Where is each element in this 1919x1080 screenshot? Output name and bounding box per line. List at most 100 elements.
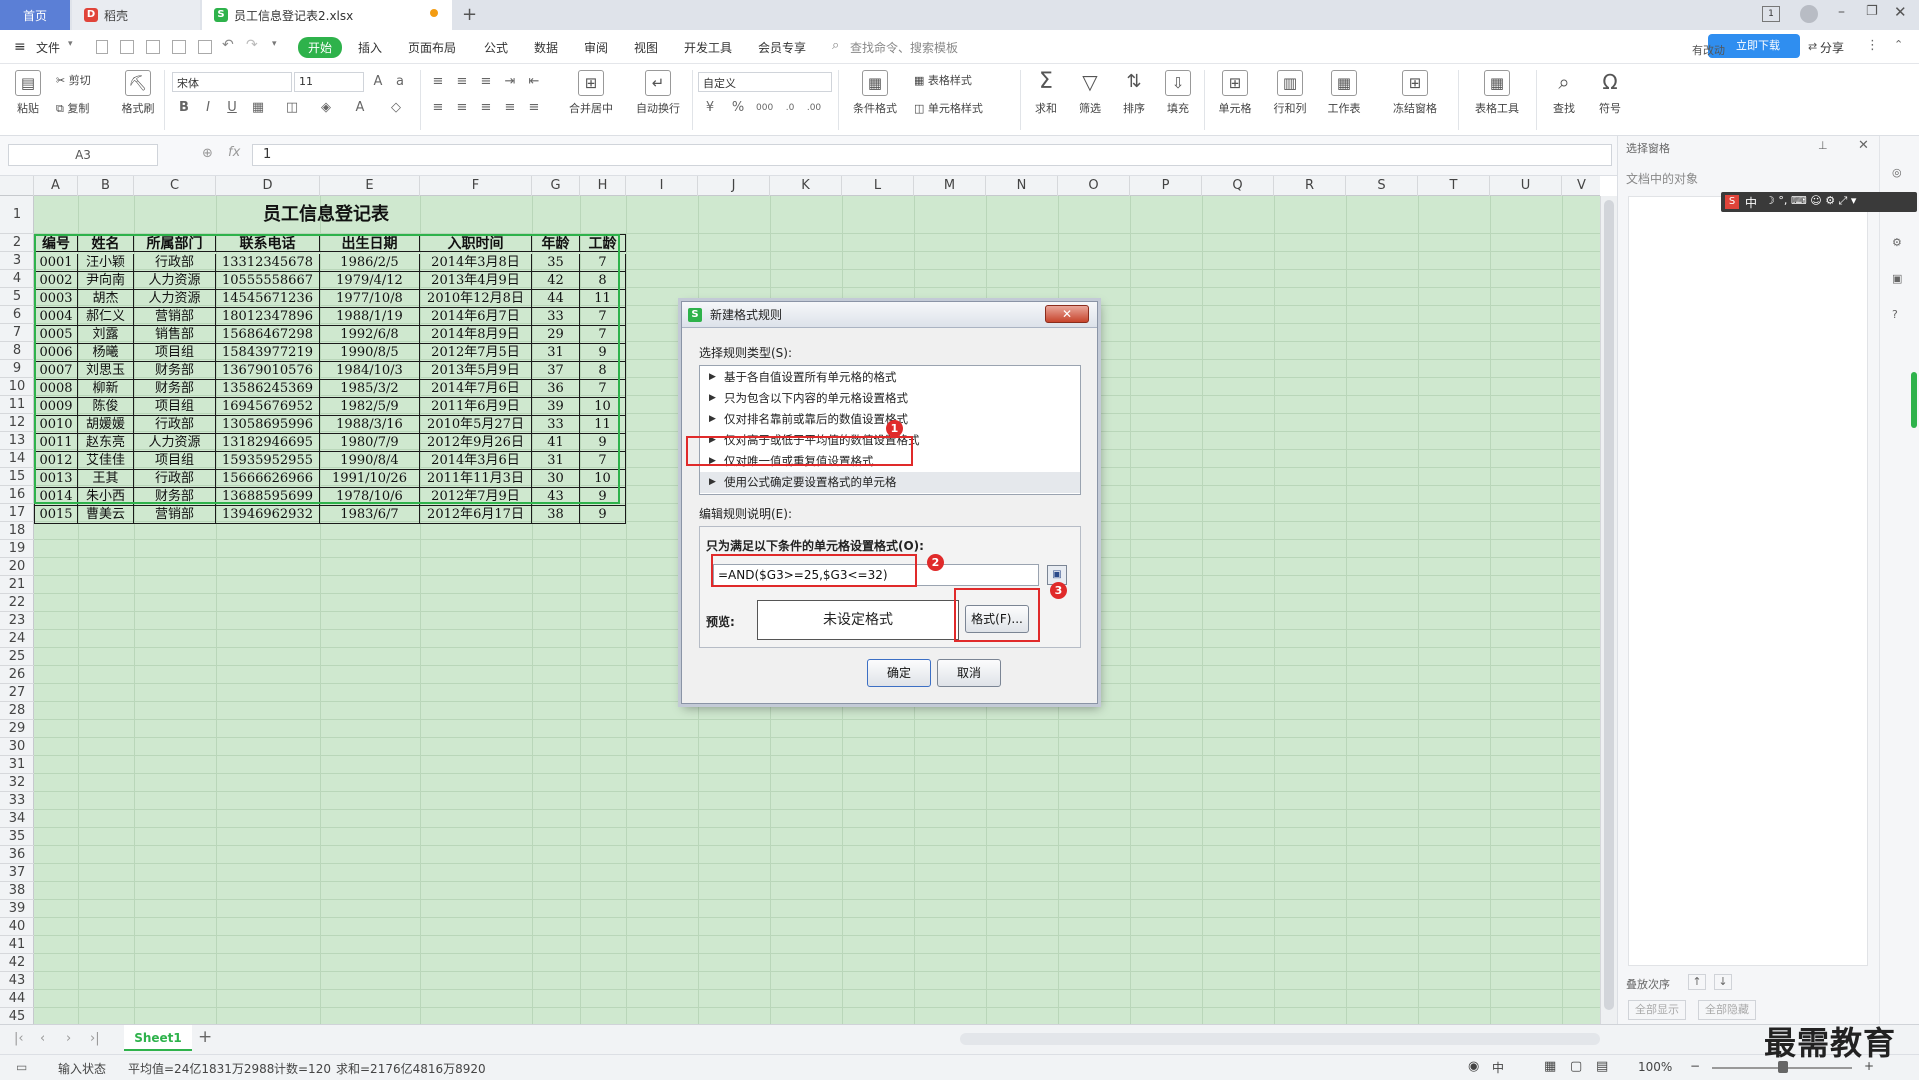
column-header-n[interactable]: N: [986, 176, 1058, 196]
row-header[interactable]: 27: [0, 684, 34, 702]
table-cell[interactable]: 1983/6/7: [320, 506, 420, 524]
row-header[interactable]: 4: [0, 270, 34, 288]
cell-button[interactable]: ⊞ 单元格: [1212, 70, 1258, 116]
column-header-e[interactable]: E: [320, 176, 420, 196]
row-header[interactable]: 40: [0, 918, 34, 936]
clear-icon[interactable]: ◇: [388, 100, 404, 116]
menu-formula[interactable]: 公式: [484, 39, 508, 56]
row-header[interactable]: 11: [0, 396, 34, 414]
tab-document[interactable]: S 员工信息登记表2.xlsx: [202, 0, 452, 30]
row-header[interactable]: 34: [0, 810, 34, 828]
table-style-button[interactable]: ▦ 表格样式: [914, 72, 1004, 88]
bold-icon[interactable]: B: [176, 100, 192, 116]
merge-center-button[interactable]: ⊞ 合并居中: [560, 70, 622, 116]
column-header-r[interactable]: R: [1274, 176, 1346, 196]
last-sheet-icon[interactable]: ›|: [90, 1031, 100, 1046]
distribute-icon[interactable]: ≡: [526, 100, 542, 116]
table-cell[interactable]: 38: [532, 506, 580, 524]
avatar[interactable]: [1800, 5, 1818, 23]
worksheet-button[interactable]: ▦ 工作表: [1320, 70, 1368, 116]
menu-data[interactable]: 数据: [534, 39, 558, 56]
add-sheet-button[interactable]: +: [198, 1027, 212, 1047]
column-header-p[interactable]: P: [1130, 176, 1202, 196]
help-icon[interactable]: ?: [1892, 308, 1898, 321]
row-header[interactable]: 35: [0, 828, 34, 846]
cut-button[interactable]: ✂ 剪切: [56, 72, 106, 88]
restore-icon[interactable]: ❐: [1866, 4, 1878, 19]
freeze-button[interactable]: ⊞ 冻结窗格: [1384, 70, 1446, 116]
eye-icon[interactable]: ◉: [1468, 1059, 1479, 1074]
decrease-font-icon[interactable]: a: [392, 74, 408, 90]
row-header[interactable]: 1: [0, 196, 34, 234]
align-top-icon[interactable]: ≡: [430, 74, 446, 90]
row-header[interactable]: 31: [0, 756, 34, 774]
tab-home[interactable]: 首页: [0, 0, 70, 30]
row-header[interactable]: 7: [0, 324, 34, 342]
column-header-i[interactable]: I: [626, 176, 698, 196]
row-header[interactable]: 9: [0, 360, 34, 378]
select-all-corner[interactable]: [0, 176, 34, 196]
reading-view-icon[interactable]: ▤: [1596, 1059, 1608, 1074]
row-col-button[interactable]: ▥ 行和列: [1266, 70, 1314, 116]
row-header[interactable]: 37: [0, 864, 34, 882]
sort-button[interactable]: ⇅ 排序: [1116, 70, 1152, 116]
symbol-button[interactable]: Ω 符号: [1592, 70, 1628, 116]
row-header[interactable]: 6: [0, 306, 34, 324]
sheet-tab-sheet1[interactable]: Sheet1: [124, 1025, 192, 1051]
share-button[interactable]: 分享: [1820, 39, 1844, 56]
scroll-thumb[interactable]: [1604, 200, 1614, 1010]
table-cell[interactable]: 9: [580, 506, 626, 524]
new-doc-icon[interactable]: [96, 40, 108, 54]
column-header-v[interactable]: V: [1562, 176, 1600, 196]
bring-forward-icon[interactable]: ↑: [1688, 974, 1706, 990]
zoom-formula-icon[interactable]: ⊕: [202, 146, 213, 161]
hide-all-button[interactable]: 全部隐藏: [1698, 1000, 1756, 1020]
new-tab-button[interactable]: +: [462, 4, 477, 25]
print-preview-icon[interactable]: [198, 40, 212, 54]
row-header[interactable]: 41: [0, 936, 34, 954]
zoom-level[interactable]: 100%: [1638, 1060, 1672, 1074]
minimize-icon[interactable]: –: [1838, 4, 1845, 20]
format-painter-button[interactable]: ⛏ 格式刷: [118, 70, 158, 116]
thousands-icon[interactable]: 000: [756, 100, 773, 116]
first-sheet-icon[interactable]: |‹: [14, 1031, 24, 1046]
number-format-select[interactable]: 自定义: [698, 72, 832, 92]
fx-icon[interactable]: fx: [228, 145, 240, 160]
row-header[interactable]: 28: [0, 702, 34, 720]
rule-type-item[interactable]: ▶ 只为包含以下内容的单元格设置格式: [700, 388, 1080, 409]
dialog-close-button[interactable]: ✕: [1045, 305, 1089, 323]
row-header[interactable]: 44: [0, 990, 34, 1008]
sheet-title-cell[interactable]: 员工信息登记表: [34, 196, 618, 234]
column-header-l[interactable]: L: [842, 176, 914, 196]
backup-icon[interactable]: ▣: [1892, 272, 1902, 285]
objects-list[interactable]: [1628, 196, 1868, 966]
row-header[interactable]: 3: [0, 252, 34, 270]
row-header[interactable]: 43: [0, 972, 34, 990]
save-icon[interactable]: [146, 40, 160, 54]
align-right-icon[interactable]: ≡: [478, 100, 494, 116]
language-icon[interactable]: 中: [1492, 1059, 1504, 1076]
rule-type-item[interactable]: ▶ 基于各自值设置所有单元格的格式: [700, 367, 1080, 388]
table-cell[interactable]: 2012年6月17日: [420, 506, 532, 524]
horizontal-scrollbar[interactable]: [960, 1033, 1600, 1045]
redo-icon[interactable]: ↷: [246, 37, 258, 53]
collapse-ribbon-icon[interactable]: ⌃: [1894, 38, 1903, 51]
row-header[interactable]: 24: [0, 630, 34, 648]
macro-icon[interactable]: ▭: [16, 1060, 27, 1074]
menu-page-layout[interactable]: 页面布局: [408, 39, 456, 56]
next-sheet-icon[interactable]: ›: [66, 1031, 71, 1046]
row-header[interactable]: 19: [0, 540, 34, 558]
outdent-icon[interactable]: ⇤: [526, 74, 542, 90]
row-header[interactable]: 5: [0, 288, 34, 306]
font-color-icon[interactable]: A: [352, 100, 368, 116]
pin-icon[interactable]: ⊥: [1818, 139, 1828, 152]
menu-review[interactable]: 审阅: [584, 39, 608, 56]
menu-member[interactable]: 会员专享: [758, 39, 806, 56]
style-icon[interactable]: ◫: [284, 100, 300, 116]
print-icon[interactable]: [172, 40, 186, 54]
dialog-title-bar[interactable]: S 新建格式规则 ✕: [682, 302, 1097, 328]
underline-icon[interactable]: U: [224, 100, 240, 116]
row-header[interactable]: 16: [0, 486, 34, 504]
row-header[interactable]: 45: [0, 1008, 34, 1024]
row-header[interactable]: 17: [0, 504, 34, 522]
